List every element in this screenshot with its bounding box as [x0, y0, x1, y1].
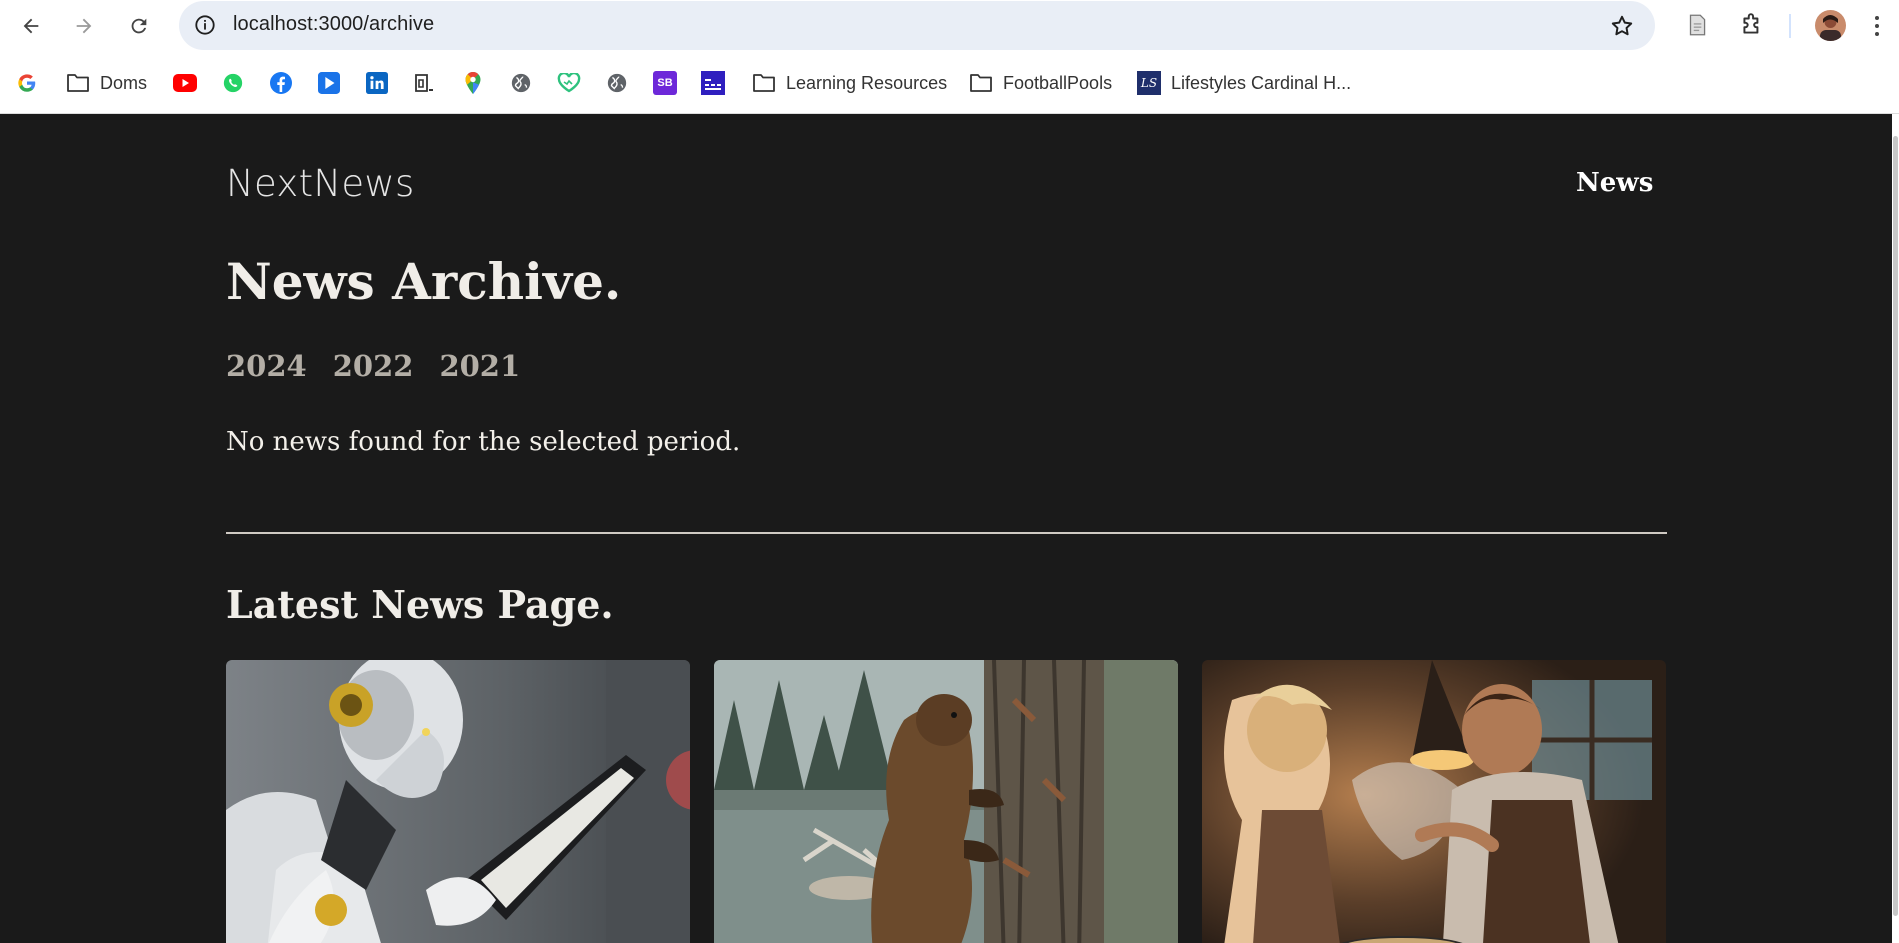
globe-icon: [509, 71, 533, 95]
arrow-right-icon: [76, 18, 92, 34]
bookmark-label: Learning Resources: [786, 72, 948, 93]
bookmark-whatsapp[interactable]: [221, 68, 245, 98]
doc-icon: [413, 71, 437, 95]
scrollbar-thumb[interactable]: [1893, 136, 1898, 916]
google-icon: [15, 71, 39, 95]
folder-icon: [66, 71, 90, 95]
bookmark-label: Lifestyles Cardinal H...: [1171, 72, 1352, 93]
browser-toolbar: localhost:3000/archive: [0, 0, 1899, 52]
play-icon: [317, 71, 341, 95]
bookmark-bars[interactable]: [701, 68, 725, 98]
page-scrollbar[interactable]: [1892, 114, 1899, 943]
reload-icon: [131, 18, 147, 34]
reload-button[interactable]: [123, 10, 155, 42]
latest-news-heading: Latest News Page.: [226, 582, 614, 627]
empty-state-message: No news found for the selected period.: [226, 427, 741, 457]
folder-icon: [969, 71, 993, 95]
bookmark-folder-learning[interactable]: Learning Resources: [752, 68, 947, 98]
news-card-beaver[interactable]: [714, 660, 1178, 943]
bookmark-play[interactable]: [317, 68, 341, 98]
year-link-2021[interactable]: 2021: [439, 349, 520, 383]
bookmark-star-icon[interactable]: [1609, 13, 1635, 39]
whatsapp-icon: [221, 71, 245, 95]
beaver-image: [714, 660, 1178, 943]
year-link-2022[interactable]: 2022: [333, 349, 414, 383]
globe-icon: [605, 71, 629, 95]
news-card-robot[interactable]: [226, 660, 690, 943]
bookmark-linkedin[interactable]: [365, 68, 389, 98]
back-button[interactable]: [15, 10, 47, 42]
reading-list-icon[interactable]: [1684, 12, 1710, 38]
url-text[interactable]: localhost:3000/archive: [233, 13, 434, 36]
section-divider: [226, 532, 1667, 534]
arrow-left-icon: [23, 18, 39, 34]
cooking-image: [1202, 660, 1666, 943]
robot-image: [226, 660, 690, 943]
youtube-icon: [173, 71, 197, 95]
bookmarks-bar: Doms SB Learning Resources FootballPools…: [0, 52, 1899, 114]
ls-icon: LS: [1137, 71, 1161, 95]
bookmark-heart[interactable]: [557, 68, 581, 98]
linkedin-icon: [365, 71, 389, 95]
page-content: NextNews News News Archive. 2024 2022 20…: [0, 114, 1892, 943]
site-logo[interactable]: NextNews: [226, 162, 415, 205]
bookmark-doc[interactable]: [413, 68, 437, 98]
browser-menu-icon[interactable]: [1874, 14, 1880, 38]
bookmark-sb[interactable]: SB: [653, 68, 677, 98]
bookmark-folder-doms[interactable]: Doms: [66, 68, 147, 98]
bookmark-facebook[interactable]: [269, 68, 293, 98]
year-link-2024[interactable]: 2024: [226, 349, 307, 383]
year-filter-list: 2024 2022 2021: [226, 349, 520, 383]
bookmark-maps[interactable]: [461, 68, 485, 98]
toolbar-divider: [1789, 14, 1791, 38]
facebook-icon: [269, 71, 293, 95]
extensions-puzzle-icon[interactable]: [1739, 12, 1765, 38]
forward-button[interactable]: [68, 10, 100, 42]
heart-icon: [557, 71, 581, 95]
bookmark-label: Doms: [100, 72, 148, 93]
bookmark-globe-1[interactable]: [509, 68, 533, 98]
nav-link-news[interactable]: News: [1576, 168, 1653, 198]
bookmark-globe-2[interactable]: [605, 68, 629, 98]
site-info-icon[interactable]: [194, 14, 216, 36]
news-card-cooking[interactable]: [1202, 660, 1666, 943]
page-title: News Archive.: [226, 252, 622, 311]
bookmark-label: FootballPools: [1003, 72, 1113, 93]
bookmark-google[interactable]: [15, 68, 39, 98]
bars-icon: [701, 71, 725, 95]
bookmark-folder-footballpools[interactable]: FootballPools: [969, 68, 1112, 98]
profile-avatar[interactable]: [1815, 10, 1846, 41]
folder-icon: [752, 71, 776, 95]
sb-icon: SB: [653, 71, 677, 95]
address-bar[interactable]: localhost:3000/archive: [179, 1, 1655, 50]
ls-text: LS: [1140, 76, 1158, 90]
maps-pin-icon: [461, 71, 485, 95]
bookmark-lifestyles[interactable]: LS Lifestyles Cardinal H...: [1137, 68, 1351, 98]
bookmark-youtube[interactable]: [173, 68, 197, 98]
sb-text: SB: [657, 77, 673, 89]
